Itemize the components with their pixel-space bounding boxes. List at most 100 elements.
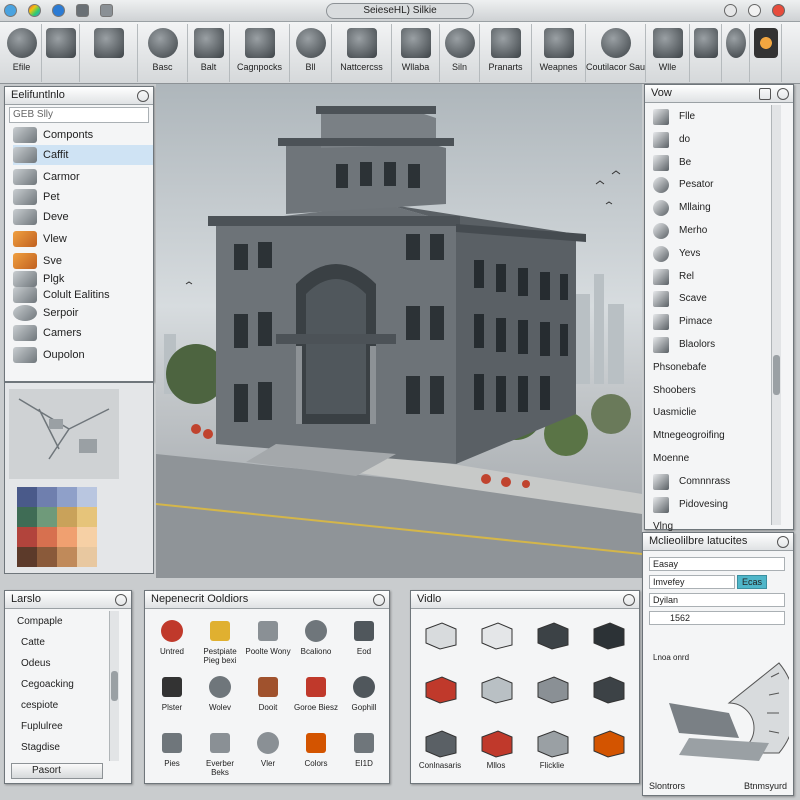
color-swatch[interactable] [57,507,77,527]
vidlo-item[interactable] [413,667,467,729]
right-panel-item[interactable]: Flle [653,107,773,127]
toolbar-button-17[interactable] [750,24,782,82]
toolbar-button-11[interactable]: Pranarts [480,24,532,82]
left-panel-item[interactable]: Pet [13,187,153,207]
component-item[interactable]: Pies [149,725,195,787]
component-item[interactable]: Poolte Wony [245,613,291,675]
left-panel-item[interactable]: Deve [13,207,153,227]
component-item[interactable]: Bcaliono [293,613,339,675]
right-panel-item[interactable]: Pesator [653,175,773,195]
toolbar-button-12[interactable]: Weapnes [532,24,586,82]
layers-panel-close-icon[interactable] [115,594,127,606]
component-item[interactable]: Everber Beks [197,725,243,787]
browser-icon[interactable] [52,4,65,17]
color-swatch[interactable] [57,487,77,507]
vidlo-panel-close-icon[interactable] [623,594,635,606]
vidlo-item[interactable] [469,613,523,675]
components-panel-close-icon[interactable] [373,594,385,606]
close-button[interactable] [772,4,785,17]
left-panel-item[interactable]: Sve [13,251,153,271]
vidlo-item[interactable] [581,721,635,783]
toolbar-button-13[interactable]: Coutilacor Sauarl [586,24,646,82]
3d-viewport[interactable] [156,84,642,578]
layer-item[interactable]: Fuplulree [11,718,107,736]
toolbar-button-4[interactable]: Basc [138,24,188,82]
folder-icon[interactable] [76,4,89,17]
layer-item[interactable]: Stagdise [11,739,107,757]
right-panel-item[interactable]: Moenne [653,449,773,469]
vidlo-item[interactable] [525,613,579,675]
protractor-tool[interactable] [649,643,789,763]
right-panel-scrollbar[interactable] [771,105,781,525]
right-panel-dropdown-icon[interactable] [759,88,771,100]
component-item[interactable]: Wolev [197,669,243,731]
color-swatch[interactable] [77,527,97,547]
vidlo-item[interactable]: Mllos [469,721,523,783]
color-swatch[interactable] [77,507,97,527]
right-panel-item[interactable]: Comnnrass [653,472,773,492]
component-item[interactable]: Pestpiate Pieg bexi [197,613,243,675]
maximize-button[interactable] [748,4,761,17]
left-panel-item[interactable]: Serpoir [13,303,153,323]
vidlo-item[interactable]: Flicklie [525,721,579,783]
color-swatch[interactable] [17,527,37,547]
toolbar-button-16[interactable] [722,24,750,82]
mini-map[interactable] [9,389,119,479]
materials-apply-button[interactable]: Ecas [737,575,767,589]
minimize-button[interactable] [724,4,737,17]
layers-scroll-thumb[interactable] [111,671,118,701]
color-swatch[interactable] [37,527,57,547]
left-panel-item[interactable]: Componts [13,125,153,145]
color-swatch[interactable] [57,547,77,567]
vidlo-item[interactable] [581,613,635,675]
materials-field-3[interactable]: Dyilan [649,593,785,607]
materials-field-4[interactable]: 1562 [649,611,785,625]
color-palette[interactable] [17,487,97,567]
component-item[interactable]: EI1D [341,725,387,787]
left-panel-close-icon[interactable] [137,90,149,102]
left-panel-item[interactable]: Oupolon [13,345,153,365]
layer-item[interactable]: cespiote [11,697,107,715]
import-button[interactable]: Pasort [11,763,103,779]
color-swatch[interactable] [57,527,77,547]
color-swatch[interactable] [37,507,57,527]
left-panel-item[interactable]: Carmor [13,167,153,187]
layer-item[interactable]: Catte [11,634,107,652]
right-panel-item[interactable]: Blaolors [653,335,773,355]
toolbar-button-7[interactable]: Bll [290,24,332,82]
layer-item[interactable]: Cegoacking [11,676,107,694]
right-panel-item[interactable]: Be [653,153,773,173]
toolbar-button-14[interactable]: Wlle [646,24,690,82]
right-panel-item[interactable]: Uasmiclie [653,403,773,423]
right-panel-scroll-thumb[interactable] [773,355,780,395]
toolbar-button-2[interactable] [42,24,80,82]
materials-field-1[interactable]: Easay [649,557,785,571]
right-panel-item[interactable]: Pidovesing [653,495,773,515]
vidlo-item[interactable] [469,667,523,729]
color-swatch[interactable] [37,487,57,507]
component-item[interactable]: Dooit [245,669,291,731]
vidlo-item[interactable] [413,613,467,675]
right-panel-item[interactable]: Shoobers [653,381,773,401]
right-panel-item[interactable]: Mllaing [653,198,773,218]
toolbar-button-1[interactable]: Efile [2,24,42,82]
right-panel-item[interactable]: Merho [653,221,773,241]
toolbar-button-5[interactable]: Balt [188,24,230,82]
color-swatch[interactable] [77,547,97,567]
layer-item[interactable]: Compaple [11,613,107,631]
materials-field-2[interactable]: Imvefey [649,575,735,589]
vidlo-item[interactable] [525,667,579,729]
layers-scrollbar[interactable] [109,611,119,761]
component-item[interactable]: Vler [245,725,291,787]
toolbar-button-8[interactable]: Nattcercss [332,24,392,82]
color-swatch[interactable] [77,487,97,507]
vidlo-item[interactable] [581,667,635,729]
app-icon[interactable] [28,4,41,17]
toolbar-button-10[interactable]: Siln [440,24,480,82]
toolbar-button-6[interactable]: Cagnpocks [230,24,290,82]
toolbar-button-15[interactable] [690,24,722,82]
right-panel-item[interactable]: Phsonebafe [653,358,773,378]
color-swatch[interactable] [37,547,57,567]
materials-panel-close-icon[interactable] [777,536,789,548]
component-item[interactable]: Eod [341,613,387,675]
